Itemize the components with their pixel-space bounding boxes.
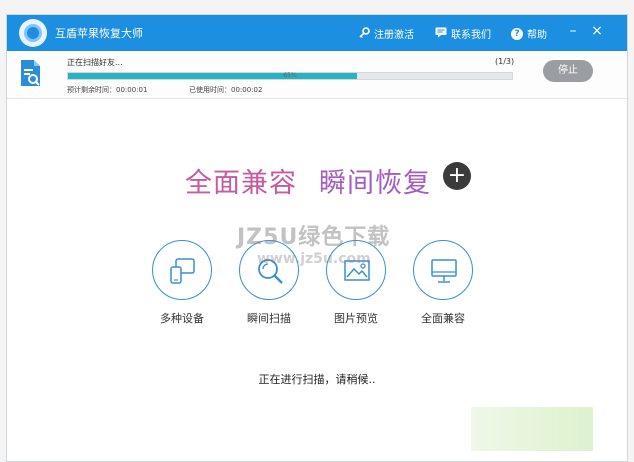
time-remaining: 预计剩余时间：00:00:01 [67,86,148,94]
scan-progress-panel: 正在扫描好友... (1/3) 65% 预计剩余时间：00:00:01 已使用时… [7,51,627,99]
close-button[interactable]: × [589,23,605,39]
feature-devices: 多种设备 [147,240,217,326]
contact-button[interactable]: 联系我们 [435,26,491,41]
minimize-button[interactable]: – [565,23,581,39]
window-frame: 互盾苹果恢复大师 注册激活 联系我们 ? 帮助 – × 正在扫描好友... (1… [0,0,634,462]
contact-label: 联系我们 [451,30,491,41]
feature-label: 多种设备 [160,312,204,325]
time-used: 已使用时间：00:00:02 [189,86,263,94]
progress-bar: 65% [67,72,513,80]
title-bar: 互盾苹果恢复大师 注册激活 联系我们 ? 帮助 – × [7,15,627,51]
app-window: 互盾苹果恢复大师 注册激活 联系我们 ? 帮助 – × 正在扫描好友... (1… [6,14,628,462]
progress-percent: 65% [283,72,297,79]
slogan-part1: 全面兼容 [185,168,297,199]
chat-icon [435,27,447,40]
watermark: JZ5U绿色下载 [237,225,391,250]
plus-icon[interactable]: + [443,162,471,190]
register-button[interactable]: 注册激活 [359,26,414,41]
monitor-icon [413,240,473,300]
feature-label: 图片预览 [334,312,378,325]
watermark-url: www.jz5u.com [257,251,371,267]
feature-compat: 全面兼容 [408,240,478,326]
help-button[interactable]: ? 帮助 [511,26,547,41]
scan-message: 正在进行扫描，请稍候.. [258,373,376,386]
feature-label: 全面兼容 [421,312,465,325]
scan-status-text: 正在扫描好友... [67,58,123,67]
help-label: 帮助 [527,30,547,41]
stop-button[interactable]: 停止 [543,60,593,82]
register-label: 注册激活 [374,30,414,41]
app-logo-icon [19,19,47,47]
slogan: 全面兼容 瞬间恢复 [185,161,431,200]
slogan-part2: 瞬间恢复 [319,168,431,199]
document-scan-icon [19,59,41,87]
feature-label: 瞬间扫描 [247,312,291,325]
key-icon [359,27,370,40]
devices-icon [152,240,212,300]
scan-step-count: (1/3) [495,57,515,66]
app-title: 互盾苹果恢复大师 [55,27,143,40]
corner-decoration [471,407,593,451]
help-icon: ? [511,27,523,40]
